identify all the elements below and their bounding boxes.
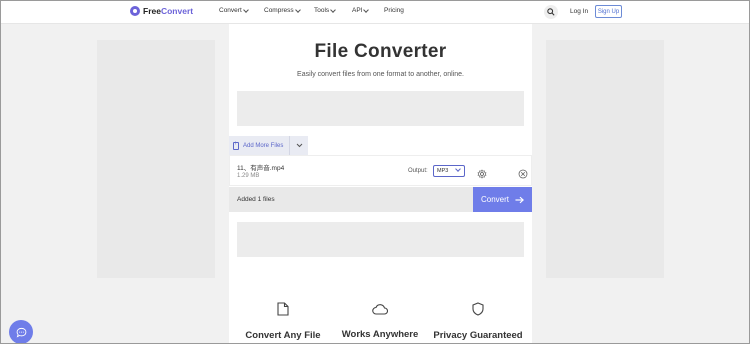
chevron-down-icon [330,6,337,13]
nav-convert-label: Convert [219,7,242,14]
chevron-down-icon [455,166,461,172]
logo-prefix: Free [143,6,161,16]
logo-suffix: Convert [160,6,194,16]
chat-button[interactable] [9,320,33,343]
file-icon [277,302,289,316]
logo-text: FreeConvert [143,6,193,16]
settings-button[interactable] [477,166,487,184]
feature-label: Privacy Guaranteed [433,330,523,341]
files-added-status: Added 1 files [237,196,275,203]
nav-api[interactable]: API [352,6,384,14]
ad-banner-top [237,91,524,126]
add-more-files-button[interactable]: Add More Files [229,136,308,155]
nav-tools-label: Tools [314,7,330,14]
ad-left [97,40,215,278]
ad-right [546,40,664,278]
chevron-down-icon [294,6,301,13]
signup-button[interactable]: Sign Up [595,5,622,18]
cloud-icon [372,304,388,315]
file-name: 11、有声音.mp4 [237,165,285,172]
gear-icon [477,169,487,179]
remove-file-button[interactable] [518,166,528,184]
file-size: 1.29 MB [237,173,260,179]
chevron-down-icon [296,143,302,148]
page-title: File Converter [314,41,447,62]
chat-icon [16,327,26,338]
feature-works-anywhere: Works Anywhere [330,302,430,340]
feature-convert-any-file: Convert Any File [233,302,333,341]
search-icon [547,8,555,16]
output-format-select[interactable]: MP3 [433,165,465,177]
nav-compress-label: Compress [264,7,294,14]
converter-panel: File Converter Easily convert files from… [229,24,532,280]
feature-label: Convert Any File [245,330,321,341]
ad-banner-bottom [237,222,524,257]
chevron-down-icon [242,6,249,13]
feature-privacy-guaranteed: Privacy Guaranteed [428,302,528,341]
convert-label: Convert [480,195,509,204]
output-label: Output: [408,168,428,174]
main-nav: Convert Compress Tools API Pricing [219,6,404,14]
browser-page: FreeConvert Convert Compress Tools API P… [0,0,750,344]
logo[interactable]: FreeConvert [130,6,193,16]
search-button[interactable] [544,5,558,19]
add-files-dropdown[interactable] [289,136,308,155]
add-more-files-label: Add More Files [243,142,284,149]
nav-pricing[interactable]: Pricing [384,7,404,14]
chevron-down-icon [363,6,370,13]
convert-button[interactable]: Convert [473,187,532,212]
nav-pricing-label: Pricing [384,7,404,14]
page-subtitle: Easily convert files from one format to … [297,71,464,78]
feature-label: Works Anywhere [341,329,419,340]
output-format-value: MP3 [437,168,449,174]
login-link[interactable]: Log In [570,8,588,15]
file-row: 11、有声音.mp4 1.29 MB Output: MP3 [229,155,532,186]
nav-convert[interactable]: Convert [219,6,264,14]
shield-icon [472,302,484,316]
features-section: Convert Any File Works Anywhere Privacy … [229,266,532,343]
arrow-right-icon [515,196,524,203]
file-add-icon [233,141,239,150]
nav-api-label: API [352,7,363,14]
top-header: FreeConvert Convert Compress Tools API P… [1,1,749,24]
close-icon [518,169,528,179]
nav-compress[interactable]: Compress [264,6,314,14]
nav-tools[interactable]: Tools [314,6,352,14]
logo-icon [130,6,140,16]
